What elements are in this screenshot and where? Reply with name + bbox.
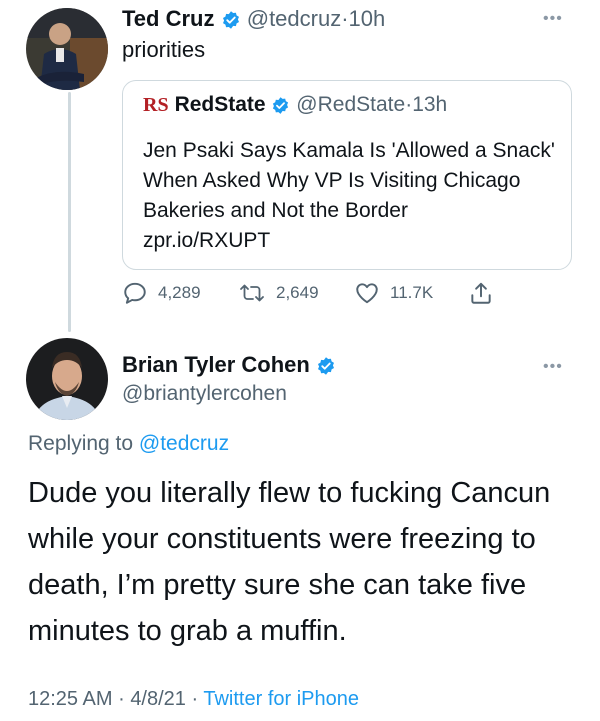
quoted-author-handle: @RedState xyxy=(296,93,406,116)
avatar-ted-cruz[interactable] xyxy=(26,8,108,90)
separator-dot: · xyxy=(191,688,199,710)
share-icon xyxy=(471,282,491,304)
quoted-tweet-header: RS RedState @RedState·13h xyxy=(143,93,447,117)
reply-author-name-row: Brian Tyler Cohen xyxy=(122,352,336,378)
replying-to-line: Replying to @tedcruz xyxy=(28,432,229,456)
tweet-actions: 4,289 2,649 11.7K xyxy=(122,280,542,310)
share-action[interactable] xyxy=(468,280,494,306)
quoted-tweet-card[interactable]: RS RedState @RedState·13h Jen Psaki Says … xyxy=(122,80,572,270)
quoted-tweet-body: Jen Psaki Says Kamala Is 'Allowed a Snac… xyxy=(143,139,555,222)
reply-icon xyxy=(124,282,146,304)
separator-dot: · xyxy=(341,6,349,31)
reply-text: Dude you literally flew to fucking Cancu… xyxy=(28,477,551,647)
more-dots-icon[interactable]: ••• xyxy=(543,10,563,28)
author-name[interactable]: Ted Cruz xyxy=(122,6,214,31)
heart-icon xyxy=(356,283,378,304)
replying-to-label: Replying to xyxy=(28,432,134,455)
like-action[interactable]: 11.7K xyxy=(354,280,433,306)
author-handle[interactable]: @tedcruz xyxy=(247,6,341,31)
tweet-text: priorities xyxy=(122,37,206,62)
like-count: 11.7K xyxy=(390,283,434,302)
quoted-author-name: RedState xyxy=(174,93,266,116)
reply-author-name[interactable]: Brian Tyler Cohen xyxy=(122,352,310,377)
verified-badge-icon xyxy=(222,11,239,29)
reply-count: 4,289 xyxy=(158,283,201,302)
tweet-header: Ted Cruz @tedcruz·10h xyxy=(122,6,385,32)
reply-author-handle[interactable]: @briantylercohen xyxy=(122,382,287,406)
more-dots-icon[interactable]: ••• xyxy=(543,358,563,376)
redstate-logo: RS xyxy=(143,94,169,116)
separator-dot: · xyxy=(118,688,125,710)
verified-badge-icon xyxy=(317,357,334,375)
retweet-count: 2,649 xyxy=(276,283,319,302)
retweet-action[interactable]: 2,649 xyxy=(238,280,319,306)
retweet-icon xyxy=(240,284,264,302)
avatar-brian-tyler-cohen[interactable] xyxy=(26,338,108,420)
reply-date[interactable]: 4/8/21 xyxy=(130,688,186,710)
quoted-tweet-text: Jen Psaki Says Kamala Is 'Allowed a Snac… xyxy=(143,136,563,256)
reply-source[interactable]: Twitter for iPhone xyxy=(203,688,359,710)
replying-to-handle[interactable]: @tedcruz xyxy=(139,432,229,455)
reply-action[interactable]: 4,289 xyxy=(122,280,201,306)
verified-badge-icon xyxy=(273,97,289,114)
reply-time[interactable]: 12:25 AM xyxy=(28,688,113,710)
thread-connector-line xyxy=(68,92,71,332)
tweet-time[interactable]: 10h xyxy=(349,6,386,31)
quoted-tweet-link[interactable]: zpr.io/RXUPT xyxy=(143,229,270,252)
reply-meta: 12:25 AM · 4/8/21 · Twitter for iPhone xyxy=(28,688,359,711)
quoted-tweet-time: 13h xyxy=(412,93,448,116)
